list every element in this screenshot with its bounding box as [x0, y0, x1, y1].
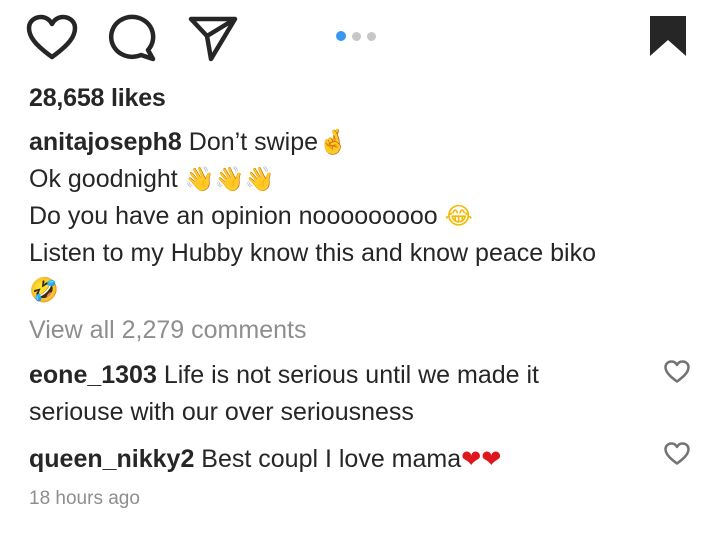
post-action-bar [0, 0, 720, 80]
laughing-tears-emoji: 😂 [444, 202, 473, 230]
waving-hands-emoji: 👋👋👋 [184, 165, 275, 193]
caption-line-5: 🤣 [29, 272, 694, 309]
caption-line-4: Listen to my Hubby know this and know pe… [29, 235, 694, 272]
post-caption: anitajoseph8 Don’t swipe🤞 Ok goodnight 👋… [29, 124, 694, 309]
red-heart-emoji: ❤❤ [461, 445, 502, 473]
paper-plane-icon[interactable] [188, 14, 238, 62]
comment-text: Best coupl I love mama [194, 445, 462, 473]
comment-item: queen_nikky2 Best coupl I love mama❤❤ [29, 441, 639, 478]
bookmark-filled-icon[interactable] [648, 14, 688, 58]
comment-username[interactable]: queen_nikky2 [29, 445, 194, 473]
comment-username[interactable]: eone_1303 [29, 361, 157, 389]
caption-text: Ok goodnight [29, 165, 185, 193]
caption-text: Do you have an opinion nooooooooo [29, 202, 445, 230]
carousel-dot-active [336, 31, 346, 41]
caption-line-2: Ok goodnight 👋👋👋 [29, 161, 694, 198]
caption-text: Don’t swipe [181, 128, 318, 156]
comment-bubble-icon[interactable] [108, 14, 158, 62]
caption-text: Listen to my Hubby know this and know pe… [29, 239, 596, 267]
caption-username[interactable]: anitajoseph8 [29, 128, 182, 156]
post-timestamp: 18 hours ago [29, 488, 140, 509]
view-all-comments-link[interactable]: View all 2,279 comments [29, 316, 306, 345]
comment-like-heart-icon[interactable] [664, 360, 690, 389]
comment-like-heart-icon[interactable] [664, 442, 690, 471]
carousel-indicator [336, 31, 376, 41]
heart-outline-icon[interactable] [26, 14, 78, 62]
carousel-dot [367, 31, 376, 41]
caption-line-1: anitajoseph8 Don’t swipe🤞 [29, 124, 694, 161]
likes-count[interactable]: 28,658 likes [29, 84, 166, 113]
carousel-dot [352, 31, 361, 41]
comment-item: eone_1303 Life is not serious until we m… [29, 357, 639, 431]
caption-line-3: Do you have an opinion nooooooooo 😂 [29, 198, 694, 235]
rolling-laughing-emoji: 🤣 [29, 276, 59, 304]
crossed-fingers-emoji: 🤞 [318, 128, 348, 156]
